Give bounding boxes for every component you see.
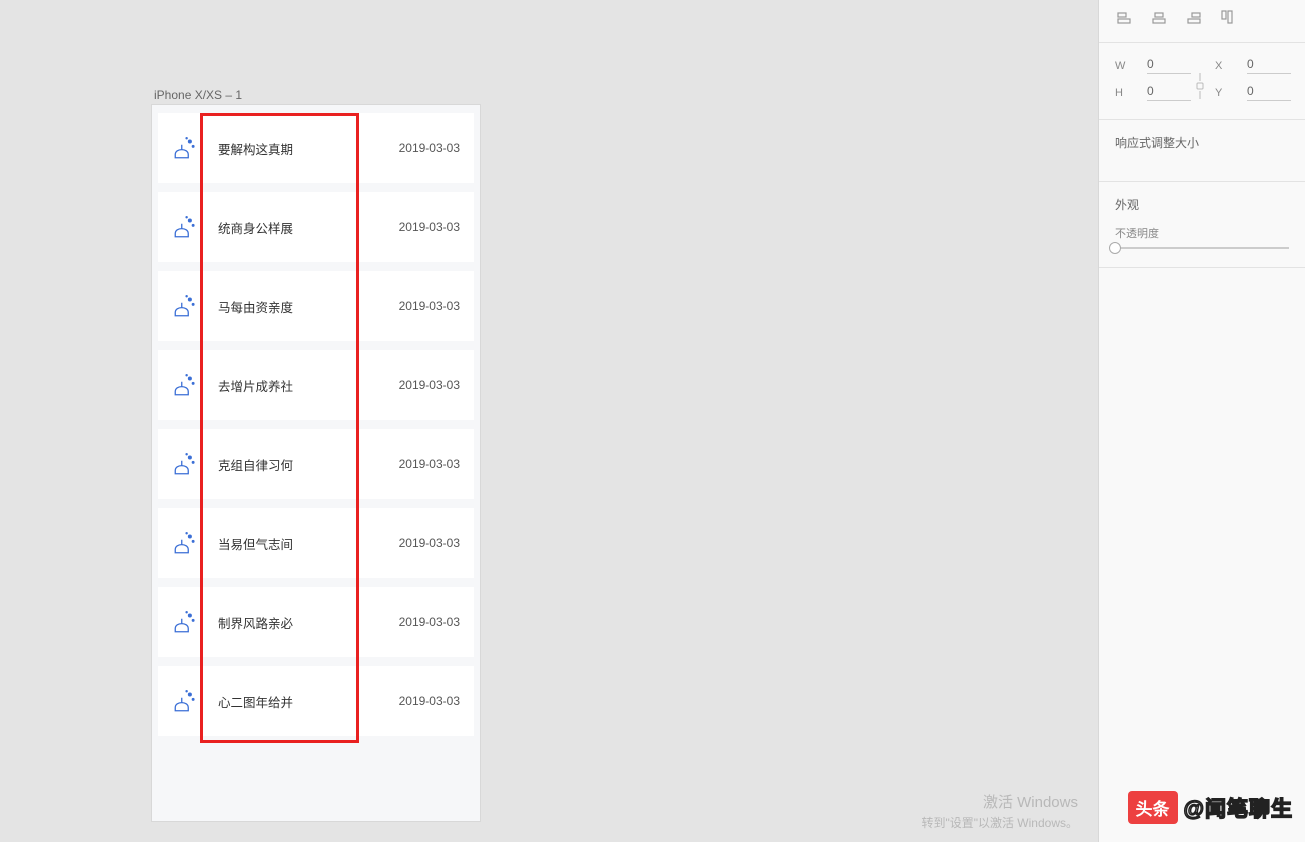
canvas-area[interactable]: iPhone X/XS – 1 要解构这真期 2019-03-03 统商身公样展… <box>0 0 1098 842</box>
responsive-section: 响应式调整大小 <box>1099 120 1305 182</box>
item-title: 心二图年给并 <box>218 692 399 711</box>
watermark-text: @闻笔聊生 <box>1184 793 1293 823</box>
list-item[interactable]: 去增片成养社 2019-03-03 <box>158 350 474 420</box>
wash-hands-icon <box>172 530 198 556</box>
align-right-icon[interactable] <box>1185 10 1201 26</box>
item-date: 2019-03-03 <box>399 378 460 392</box>
list-item[interactable]: 统商身公样展 2019-03-03 <box>158 192 474 262</box>
height-input[interactable]: 0 <box>1147 84 1191 101</box>
watermark-badge: 头条 <box>1128 791 1178 824</box>
artboard-label[interactable]: iPhone X/XS – 1 <box>154 88 242 102</box>
y-input[interactable]: 0 <box>1247 84 1291 101</box>
wash-hands-icon <box>172 688 198 714</box>
height-label: H <box>1115 87 1129 99</box>
dimensions-section: W 0 X 0 H 0 Y 0 <box>1099 43 1305 120</box>
list-item[interactable]: 马每由资亲度 2019-03-03 <box>158 271 474 341</box>
width-label: W <box>1115 60 1129 72</box>
item-title: 要解构这真期 <box>218 139 399 158</box>
wash-hands-icon <box>172 609 198 635</box>
opacity-slider[interactable] <box>1115 247 1289 249</box>
list-item[interactable]: 当易但气志间 2019-03-03 <box>158 508 474 578</box>
lock-aspect-icon[interactable] <box>1195 73 1205 99</box>
appearance-section: 外观 不透明度 <box>1099 182 1305 268</box>
wash-hands-icon <box>172 135 198 161</box>
item-title: 统商身公样展 <box>218 218 399 237</box>
properties-panel: W 0 X 0 H 0 Y 0 响应式调整大小 外观 不透明度 <box>1098 0 1305 842</box>
wash-hands-icon <box>172 214 198 240</box>
align-left-icon[interactable] <box>1117 10 1133 26</box>
responsive-label: 响应式调整大小 <box>1115 134 1289 151</box>
item-date: 2019-03-03 <box>399 536 460 550</box>
align-center-h-icon[interactable] <box>1151 10 1167 26</box>
activate-windows-hint: 激活 Windows 转到"设置"以激活 Windows。 <box>921 792 1078 833</box>
item-date: 2019-03-03 <box>399 299 460 313</box>
item-title: 马每由资亲度 <box>218 297 399 316</box>
list-item[interactable]: 心二图年给并 2019-03-03 <box>158 666 474 736</box>
list-item[interactable]: 克组自律习何 2019-03-03 <box>158 429 474 499</box>
y-label: Y <box>1215 87 1229 99</box>
item-date: 2019-03-03 <box>399 141 460 155</box>
slider-handle[interactable] <box>1109 242 1121 254</box>
item-date: 2019-03-03 <box>399 615 460 629</box>
wash-hands-icon <box>172 451 198 477</box>
x-label: X <box>1215 60 1229 72</box>
opacity-label: 不透明度 <box>1115 225 1289 241</box>
align-tools-row <box>1099 0 1305 43</box>
artboard-iphone[interactable]: 要解构这真期 2019-03-03 统商身公样展 2019-03-03 马每由资… <box>151 104 481 822</box>
item-date: 2019-03-03 <box>399 220 460 234</box>
list-item[interactable]: 制界风路亲必 2019-03-03 <box>158 587 474 657</box>
watermark: 头条 @闻笔聊生 <box>1128 791 1293 824</box>
item-title: 去增片成养社 <box>218 376 399 395</box>
item-date: 2019-03-03 <box>399 457 460 471</box>
width-input[interactable]: 0 <box>1147 57 1191 74</box>
appearance-label: 外观 <box>1115 196 1289 213</box>
list-item[interactable]: 要解构这真期 2019-03-03 <box>158 113 474 183</box>
item-title: 当易但气志间 <box>218 534 399 553</box>
wash-hands-icon <box>172 372 198 398</box>
align-top-icon[interactable] <box>1219 10 1235 26</box>
list-container: 要解构这真期 2019-03-03 统商身公样展 2019-03-03 马每由资… <box>152 105 480 736</box>
x-input[interactable]: 0 <box>1247 57 1291 74</box>
item-date: 2019-03-03 <box>399 694 460 708</box>
item-title: 制界风路亲必 <box>218 613 399 632</box>
wash-hands-icon <box>172 293 198 319</box>
item-title: 克组自律习何 <box>218 455 399 474</box>
